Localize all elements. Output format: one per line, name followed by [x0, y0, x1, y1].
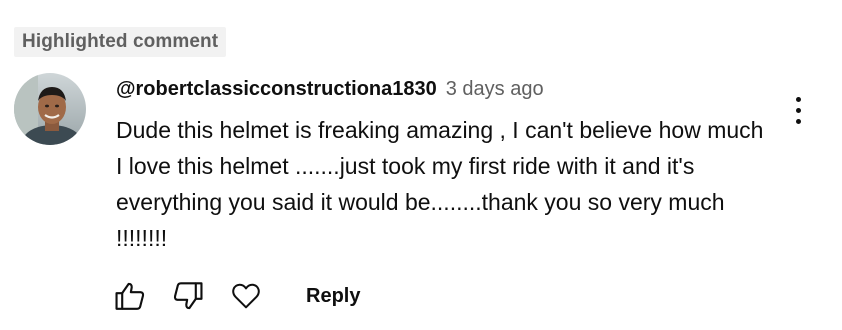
comment-text: Dude this helmet is freaking amazing , I… [116, 117, 764, 251]
heart-button[interactable] [224, 276, 268, 316]
comment-actions: Reply [108, 276, 360, 316]
reply-button[interactable]: Reply [306, 285, 360, 308]
comment-header: @robertclassicconstructiona1830 3 days a… [116, 72, 544, 106]
avatar[interactable] [14, 73, 86, 145]
like-button[interactable] [108, 276, 152, 316]
comment-timestamp[interactable]: 3 days ago [446, 78, 544, 101]
more-vert-icon [795, 107, 801, 113]
thumbs-down-icon [173, 282, 203, 310]
highlighted-comment-badge: Highlighted comment [14, 27, 227, 57]
more-vert-icon [795, 96, 801, 102]
dislike-button[interactable] [166, 276, 210, 316]
author-name[interactable]: @robertclassicconstructiona1830 [116, 78, 437, 101]
badge-label: Highlighted comment [22, 31, 219, 52]
thumbs-up-icon [115, 282, 145, 310]
avatar-image [14, 73, 86, 145]
more-vert-icon [795, 118, 801, 124]
comment-container: Highlighted comment @robertclassicconstr… [0, 0, 842, 330]
more-actions-button[interactable] [784, 88, 812, 132]
heart-icon [232, 283, 260, 309]
